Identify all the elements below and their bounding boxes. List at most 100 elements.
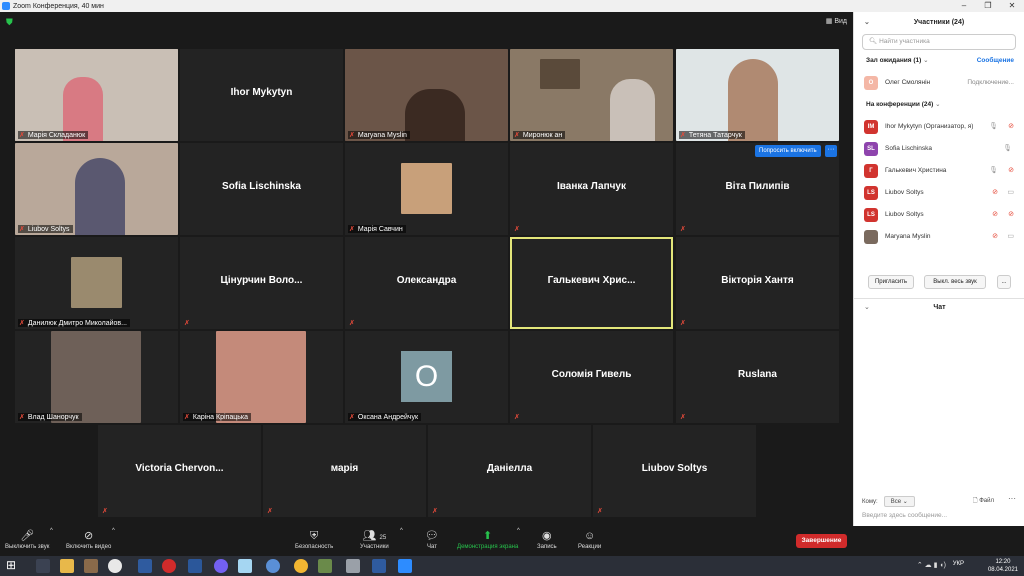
app-icon[interactable] — [346, 559, 360, 573]
video-tile-t3[interactable]: ✗ Maryana Myslin — [345, 49, 508, 141]
waiting-participant-row[interactable]: О Олег Смолянін Подключение... — [854, 72, 1024, 94]
file-explorer-icon[interactable] — [60, 559, 74, 573]
zoom-taskbar-icon[interactable] — [398, 559, 412, 573]
app-icon[interactable] — [238, 559, 252, 573]
app-icon[interactable] — [294, 559, 308, 573]
chat-button[interactable]: 💬︎ Чат — [425, 528, 439, 550]
mic-muted-icon[interactable]: ⊘ — [992, 182, 998, 204]
close-button[interactable]: ✕ — [1000, 0, 1024, 12]
collapse-chevron-icon[interactable]: ⌄ — [864, 12, 870, 34]
security-button[interactable]: ⛨ Безопасность — [295, 528, 333, 550]
keyboard-language[interactable]: УКР — [953, 561, 964, 567]
microphone-icon[interactable]: 🎙 — [989, 160, 998, 182]
video-off-icon[interactable]: ⊘ — [1008, 116, 1014, 138]
microphone-icon[interactable]: 🎙 — [989, 116, 998, 138]
video-tile-t19[interactable]: Соломія Гивель ✗ — [510, 331, 673, 423]
encryption-shield-icon[interactable]: ⛊ — [6, 17, 15, 27]
mute-button[interactable]: 🎤︎ Выключить звук — [5, 528, 49, 550]
mic-muted-icon[interactable]: ⊘ — [992, 204, 998, 226]
video-tile-t11[interactable]: ✗ Данилюк Дмитро Миколайов... — [15, 237, 178, 329]
microphone-icon[interactable]: 🎙 — [1003, 138, 1012, 160]
participant-row[interactable]: LS Liubov Soltys ⊘ ▭ — [854, 182, 1024, 204]
participant-row[interactable]: SL Sofia Lischinska 🎙 — [854, 138, 1024, 160]
maximize-button[interactable]: ❐ — [976, 0, 1000, 12]
collapse-chevron-icon[interactable]: ⌄ — [864, 299, 870, 317]
waiting-room-section[interactable]: Зал ожидания (1) ⌄ Сообщение — [854, 50, 1024, 72]
participants-button[interactable]: 👥︎ 25 Участники — [360, 528, 389, 550]
panel-more-button[interactable]: ... — [997, 275, 1011, 289]
chat-message-input[interactable]: Введите здесь сообщение... — [862, 512, 947, 519]
video-tile-t14-active-speaker[interactable]: Галькевич Хрис... — [510, 237, 673, 329]
clock[interactable]: 12:20 08.04.2021 — [988, 558, 1018, 574]
opera-icon[interactable] — [162, 559, 176, 573]
video-tile-t2[interactable]: Ihor Mykytyn — [180, 49, 343, 141]
video-camera-icon[interactable]: ▭ — [1007, 226, 1014, 248]
video-tile-t13[interactable]: Олександра ✗ — [345, 237, 508, 329]
windows-taskbar: ⊞ ⌃ ☁ ▮ ◖) УКР 12:20 08.04.2021 — [0, 556, 1024, 576]
video-tile-t17[interactable]: ✗ Каріна Кріпацька — [180, 331, 343, 423]
app-icon[interactable] — [266, 559, 280, 573]
tile-name: Віта Пилипів — [725, 181, 790, 192]
ask-to-unmute-button[interactable]: Попросить включить — [755, 145, 821, 157]
app-icon[interactable] — [84, 559, 98, 573]
video-tile-t18[interactable]: О ✗ Оксана Андрейчук — [345, 331, 508, 423]
participant-search-input[interactable]: 🔍︎ Найти участника — [862, 34, 1016, 50]
video-tile-t4[interactable]: ✗ Миронюк ан — [510, 49, 673, 141]
chat-file-button[interactable]: 🗋︎ Файл — [973, 496, 994, 506]
task-view-icon[interactable] — [36, 559, 50, 573]
participant-row[interactable]: Г Галькевич Христина 🎙 ⊘ — [854, 160, 1024, 182]
record-button[interactable]: ◉ Запись — [537, 528, 557, 550]
chrome-icon[interactable] — [108, 559, 122, 573]
tile-more-button[interactable]: ··· — [825, 145, 837, 157]
participant-name: Sofia Lischinska — [885, 145, 932, 152]
start-video-button[interactable]: ⊘ Включить видео — [66, 528, 111, 550]
view-button[interactable]: ▦ Вид — [826, 17, 847, 25]
video-options-caret[interactable]: ^ — [112, 528, 115, 534]
audio-options-caret[interactable]: ^ — [50, 528, 53, 534]
video-tile-t12[interactable]: Цінурчин Воло... ✗ — [180, 237, 343, 329]
in-meeting-section[interactable]: На конференции (24) ⌄ — [854, 94, 1024, 116]
app-icon[interactable] — [372, 559, 386, 573]
video-tile-t5[interactable]: ✗ Тетяна Татарчук — [676, 49, 839, 141]
share-options-caret[interactable]: ^ — [517, 528, 520, 534]
mic-muted-icon[interactable]: ⊘ — [992, 226, 998, 248]
video-tile-t7[interactable]: Sofia Lischinska — [180, 143, 343, 235]
participant-row[interactable]: LS Liubov Soltys ⊘ ⊘ — [854, 204, 1024, 226]
tile-label-text: Тетяна Татарчук — [688, 131, 742, 139]
video-tile-t15[interactable]: Вікторія Хантя ✗ — [676, 237, 839, 329]
video-tile-t6[interactable]: ✗ Liubov Soltys — [15, 143, 178, 235]
video-tile-t23[interactable]: Даніелла ✗ — [428, 425, 591, 517]
system-tray-icons[interactable]: ⌃ ☁ ▮ ◖) — [917, 561, 946, 569]
video-off-icon[interactable]: ⊘ — [1008, 160, 1014, 182]
app-icon[interactable] — [318, 559, 332, 573]
participants-options-caret[interactable]: ^ — [400, 528, 403, 534]
chat-more-button[interactable]: ··· — [1008, 494, 1016, 503]
invite-button[interactable]: Пригласить — [868, 275, 914, 289]
video-tile-t22[interactable]: марія ✗ — [263, 425, 426, 517]
video-tile-t24[interactable]: Liubov Soltys ✗ — [593, 425, 756, 517]
tile-name: Ruslana — [738, 369, 777, 380]
video-camera-icon[interactable]: ▭ — [1007, 182, 1014, 204]
mute-all-button[interactable]: Выкл. весь звук — [924, 275, 986, 289]
waiting-message-link[interactable]: Сообщение — [977, 50, 1014, 72]
chat-recipient-select[interactable]: Все ⌄ — [883, 496, 915, 507]
end-meeting-button[interactable]: Завершение — [796, 534, 847, 548]
video-tile-t20[interactable]: Ruslana ✗ — [676, 331, 839, 423]
minimize-button[interactable]: – — [952, 0, 976, 12]
share-screen-button[interactable]: ⬆ Демонстрация экрана — [457, 528, 518, 550]
video-tile-t21[interactable]: Victoria Chervon... ✗ — [98, 425, 261, 517]
app-icon[interactable] — [138, 559, 152, 573]
avatar — [864, 230, 878, 244]
video-tile-t1[interactable]: ✗ Марія Складанюк — [15, 49, 178, 141]
reactions-button[interactable]: ☺ Реакции — [578, 528, 601, 550]
participant-row[interactable]: Maryana Myslin ⊘ ▭ — [854, 226, 1024, 248]
share-label: Демонстрация экрана — [457, 544, 519, 550]
video-tile-t8[interactable]: ✗ Марія Савчин — [345, 143, 508, 235]
video-off-icon[interactable]: ⊘ — [1008, 204, 1014, 226]
windows-start-icon[interactable]: ⊞ — [6, 558, 16, 572]
word-icon[interactable] — [188, 559, 202, 573]
video-tile-t16[interactable]: ✗ Влад Шанорчук — [15, 331, 178, 423]
video-tile-t9[interactable]: Іванка Лапчук ✗ — [510, 143, 673, 235]
viber-icon[interactable] — [214, 559, 228, 573]
participant-row[interactable]: IM Ihor Mykytyn (Организатор, я) 🎙 ⊘ — [854, 116, 1024, 138]
